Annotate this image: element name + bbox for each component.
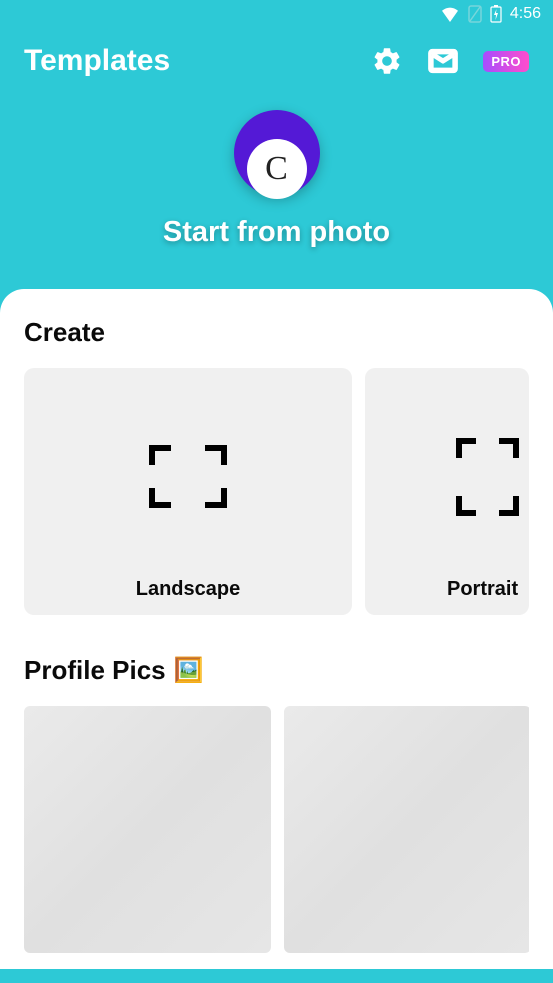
picture-frame-icon: 🖼️ <box>174 656 204 685</box>
create-section-title: Create <box>24 317 529 348</box>
profile-pic-template[interactable] <box>284 706 529 953</box>
create-card-label: Portrait <box>447 578 518 601</box>
create-portrait-card[interactable]: Portrait <box>365 368 529 615</box>
page-title: Templates <box>24 44 371 78</box>
no-sim-icon <box>468 5 482 23</box>
app-logo[interactable]: C <box>234 110 320 196</box>
frame-portrait-icon <box>455 437 520 517</box>
mail-icon[interactable] <box>427 45 459 77</box>
profile-pics-section: Profile Pics 🖼️ <box>24 655 529 953</box>
hero: C Start from photo <box>0 90 553 289</box>
start-from-photo-button[interactable]: Start from photo <box>163 216 390 249</box>
header: Templates PRO <box>0 28 553 90</box>
profile-pics-title-row: Profile Pics 🖼️ <box>24 655 529 686</box>
wifi-icon <box>440 6 460 22</box>
frame-landscape-icon <box>148 444 228 509</box>
create-card-label: Landscape <box>136 578 240 601</box>
status-time: 4:56 <box>510 5 541 23</box>
logo-letter: C <box>265 150 288 188</box>
header-actions: PRO <box>371 45 529 77</box>
status-bar: 4:56 <box>0 0 553 28</box>
content-sheet: Create Landscape Portrait <box>0 289 553 969</box>
profile-pic-template[interactable] <box>24 706 271 953</box>
gear-icon[interactable] <box>371 45 403 77</box>
profile-pics-row <box>24 706 529 953</box>
create-section: Create Landscape Portrait <box>24 317 529 615</box>
logo-inner-circle: C <box>247 139 307 199</box>
create-row: Landscape Portrait <box>24 368 529 615</box>
battery-charging-icon <box>490 5 502 23</box>
profile-pics-title: Profile Pics <box>24 655 166 686</box>
create-landscape-card[interactable]: Landscape <box>24 368 352 615</box>
pro-badge[interactable]: PRO <box>483 51 529 72</box>
